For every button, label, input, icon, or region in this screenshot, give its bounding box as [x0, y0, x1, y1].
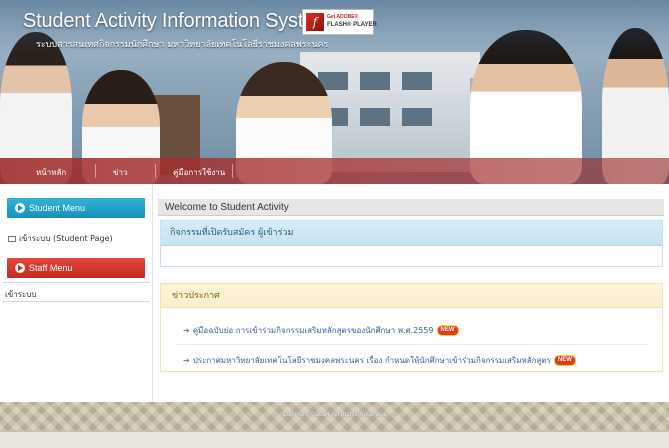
nav-divider	[95, 164, 96, 178]
bullet-arrow-icon: ➜	[183, 356, 190, 365]
student-menu-header[interactable]: Student Menu	[7, 198, 145, 218]
nav-divider	[155, 164, 156, 178]
open-activities-heading: กิจกรรมที่เปิดรับสมัคร ผู้เข้าร่วม	[161, 221, 662, 246]
student-menu-title: Student Menu	[29, 203, 86, 213]
header-banner: Student Activity Information System ระบบ…	[0, 0, 669, 184]
news-item-text: ประกาศมหาวิทยาลัยเทคโนโลยีราชมงคลพระนคร …	[192, 356, 551, 365]
open-activities-panel: กิจกรรมที่เปิดรับสมัคร ผู้เข้าร่วม	[160, 220, 663, 267]
bullet-arrow-icon: ➜	[183, 326, 190, 335]
main-nav: หน้าหลัก ข่าว คู่มือการใช้งาน	[0, 158, 669, 184]
news-item-text: คู่มือฉบับย่อ การเข้าร่วมกิจกรรมเสริมหลั…	[192, 326, 434, 335]
site-title: Student Activity Information System	[23, 10, 331, 32]
nav-home[interactable]: หน้าหลัก	[36, 166, 66, 179]
staff-menu-header[interactable]: Staff Menu	[7, 258, 145, 278]
divider	[2, 301, 150, 302]
flash-player-icon: f	[306, 13, 324, 31]
news-panel: ข่าวประกาศ ➜ คู่มือฉบับย่อ การเข้าร่วมกิจ…	[160, 283, 663, 372]
nav-news[interactable]: ข่าว	[113, 166, 127, 179]
new-badge: NEW	[437, 326, 458, 335]
news-heading: ข่าวประกาศ	[161, 284, 662, 308]
nav-divider	[232, 164, 233, 178]
divider	[2, 282, 150, 283]
footer: Copyright © 2014. All Rights Reserved.	[0, 402, 669, 432]
arrow-circle-icon	[15, 203, 25, 213]
nav-user-manual[interactable]: คู่มือการใช้งาน	[173, 166, 225, 179]
news-item[interactable]: ➜ คู่มือฉบับย่อ การเข้าร่วมกิจกรรมเสริมหล…	[183, 324, 458, 337]
bottom-bar	[0, 432, 669, 448]
flash-badge-line2: FLASH® PLAYER	[327, 22, 377, 28]
student-login-label: เข้าระบบ (Student Page)	[19, 234, 113, 243]
sidebar: Student Menu เข้าระบบ (Student Page) Sta…	[0, 184, 152, 402]
arrow-circle-icon	[15, 263, 25, 273]
login-icon	[8, 235, 16, 242]
welcome-heading: Welcome to Student Activity	[158, 199, 664, 216]
divider	[175, 344, 649, 345]
site-subtitle: ระบบสารสนเทศกิจกรรมนักศึกษา มหาวิทยาลัยเ…	[36, 40, 329, 50]
news-item[interactable]: ➜ ประกาศมหาวิทยาลัยเทคโนโลยีราชมงคลพระนคร…	[183, 354, 575, 367]
student-login-link[interactable]: เข้าระบบ (Student Page)	[8, 232, 113, 245]
new-badge: NEW	[554, 356, 575, 365]
copyright-text: Copyright © 2014. All Rights Reserved.	[282, 412, 387, 418]
get-flash-player-button[interactable]: f Get ADOBE® FLASH® PLAYER	[302, 9, 377, 35]
main-content: Welcome to Student Activity กิจกรรมที่เป…	[153, 184, 669, 402]
staff-menu-title: Staff Menu	[29, 263, 73, 273]
flash-badge-line1: Get ADOBE®	[327, 14, 359, 20]
staff-login-link[interactable]: เข้าระบบ	[5, 288, 36, 301]
